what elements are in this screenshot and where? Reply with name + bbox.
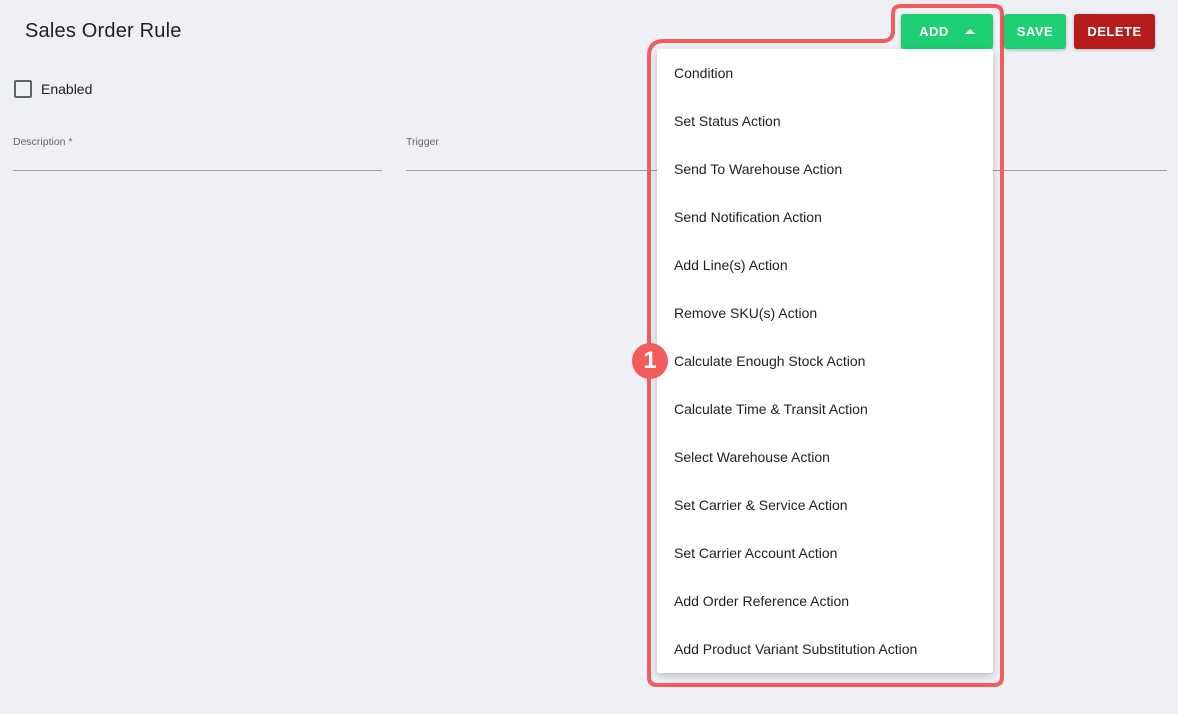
- description-field[interactable]: Description *: [13, 136, 382, 171]
- menu-item-calculate-enough-stock-action[interactable]: Calculate Enough Stock Action: [657, 337, 993, 385]
- description-label: Description *: [13, 136, 73, 148]
- menu-item-add-order-reference-action[interactable]: Add Order Reference Action: [657, 577, 993, 625]
- enabled-label: Enabled: [41, 81, 93, 97]
- menu-item-calculate-time-transit-action[interactable]: Calculate Time & Transit Action: [657, 385, 993, 433]
- menu-item-select-warehouse-action[interactable]: Select Warehouse Action: [657, 433, 993, 481]
- highlight-outline: [647, 4, 1004, 687]
- menu-item-add-product-variant-substitution-action[interactable]: Add Product Variant Substitution Action: [657, 625, 993, 673]
- menu-item-add-lines-action[interactable]: Add Line(s) Action: [657, 241, 993, 289]
- menu-item-set-carrier-service-action[interactable]: Set Carrier & Service Action: [657, 481, 993, 529]
- menu-item-set-carrier-account-action[interactable]: Set Carrier Account Action: [657, 529, 993, 577]
- menu-item-send-to-warehouse-action[interactable]: Send To Warehouse Action: [657, 145, 993, 193]
- add-button-label: ADD: [919, 24, 949, 39]
- delete-button[interactable]: DELETE: [1074, 14, 1155, 49]
- add-button[interactable]: ADD: [901, 14, 993, 49]
- enabled-checkbox-row[interactable]: Enabled: [14, 80, 92, 98]
- page-title: Sales Order Rule: [25, 20, 182, 42]
- step-badge: 1: [632, 343, 668, 379]
- save-button[interactable]: SAVE: [1004, 14, 1066, 49]
- menu-item-send-notification-action[interactable]: Send Notification Action: [657, 193, 993, 241]
- menu-item-condition[interactable]: Condition: [657, 49, 993, 97]
- add-menu: Condition Set Status Action Send To Ware…: [657, 49, 993, 673]
- menu-item-remove-skus-action[interactable]: Remove SKU(s) Action: [657, 289, 993, 337]
- caret-up-icon: [964, 29, 975, 34]
- enabled-checkbox[interactable]: [14, 80, 32, 98]
- menu-item-set-status-action[interactable]: Set Status Action: [657, 97, 993, 145]
